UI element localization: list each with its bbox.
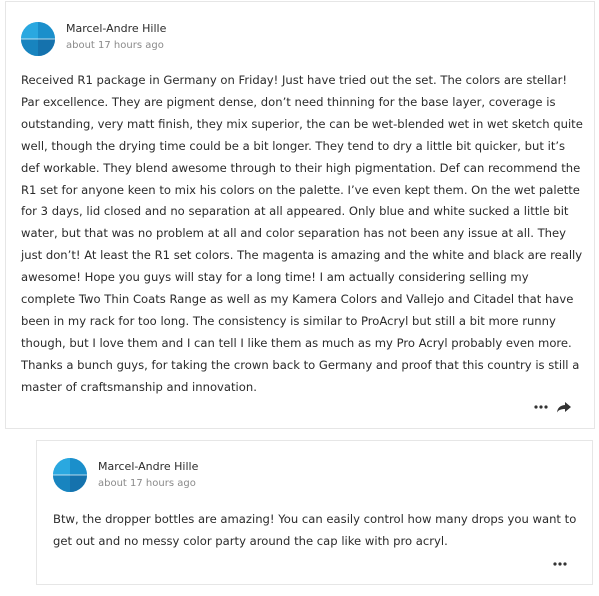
avatar[interactable]	[21, 22, 55, 56]
avatar[interactable]	[53, 458, 87, 492]
comment-body: Received R1 package in Germany on Friday…	[21, 73, 583, 394]
share-icon[interactable]	[555, 400, 573, 414]
reply-card: Marcel-Andre Hille about 17 hours ago Bt…	[36, 440, 593, 585]
comment-card: Marcel-Andre Hille about 17 hours ago Re…	[5, 1, 595, 429]
post-timestamp: about 17 hours ago	[98, 478, 196, 489]
reply-body: Btw, the dropper bottles are amazing! Yo…	[53, 512, 577, 548]
author-name[interactable]: Marcel-Andre Hille	[66, 22, 166, 35]
author-name[interactable]: Marcel-Andre Hille	[98, 460, 198, 473]
more-options-icon[interactable]	[551, 557, 569, 571]
post-timestamp: about 17 hours ago	[66, 40, 164, 51]
more-options-icon[interactable]	[532, 400, 550, 414]
